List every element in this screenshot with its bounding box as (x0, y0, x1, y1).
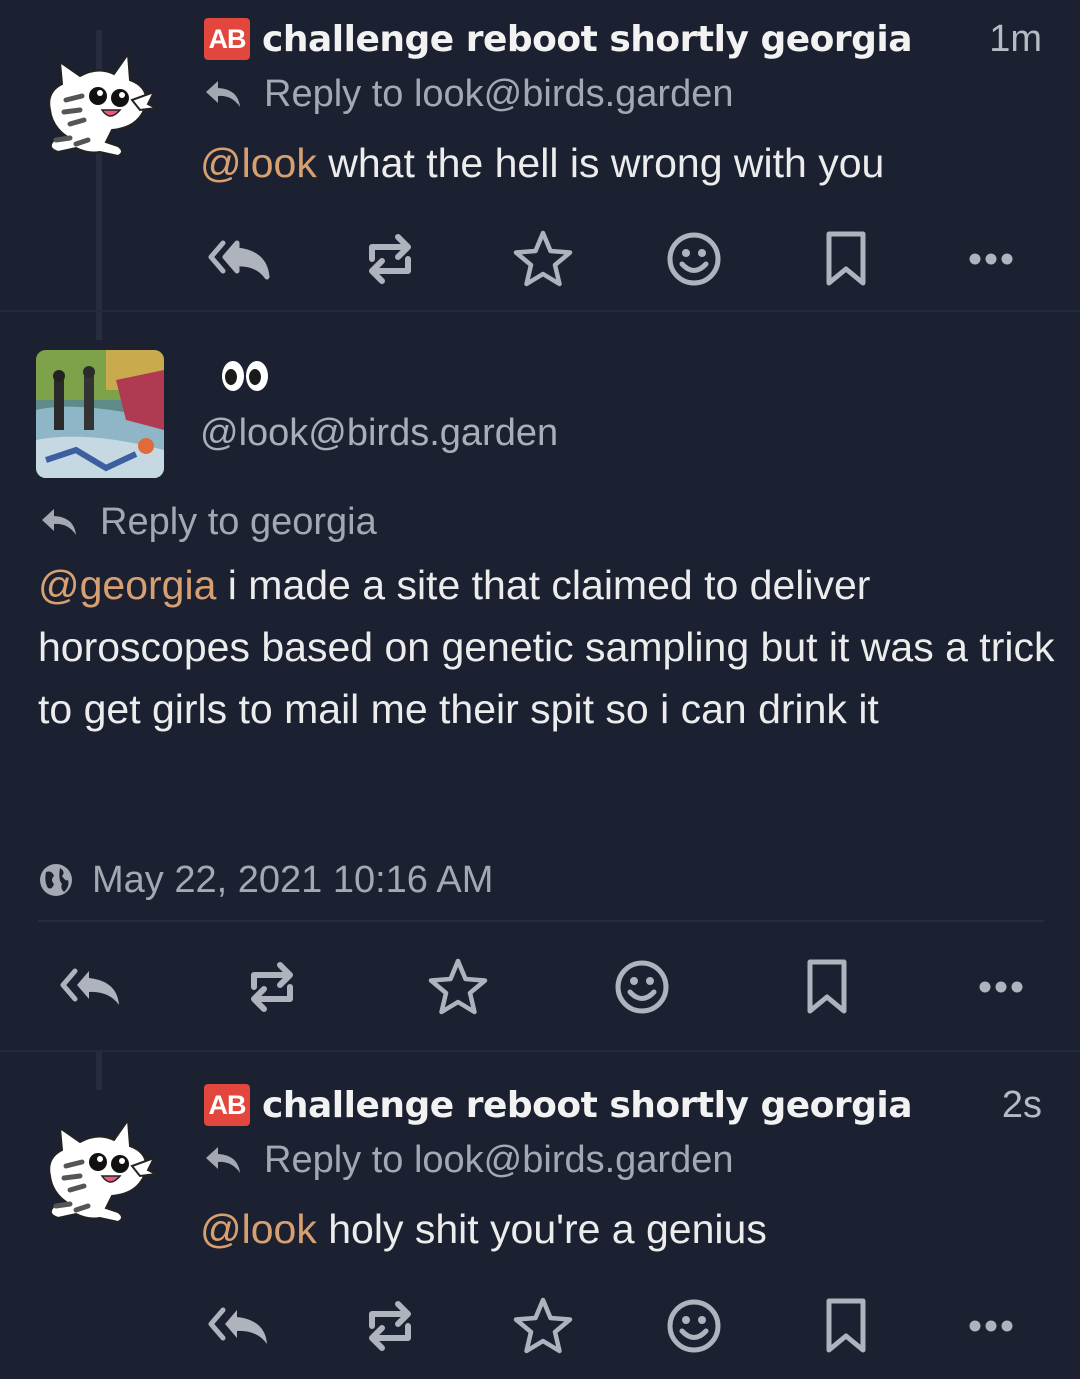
reply-all-icon (60, 968, 119, 1005)
more-button[interactable] (956, 224, 1026, 294)
emoji-reaction-button[interactable] (659, 1291, 729, 1361)
status-text: what the hell is wrong with you (316, 140, 885, 186)
author-row[interactable]: AB challenge reboot shortly georgia 2s (204, 1080, 1042, 1130)
status-post[interactable]: AB challenge reboot shortly georgia 1m R… (0, 0, 1080, 312)
mention-link[interactable]: @look (200, 1206, 317, 1252)
bookmark-button[interactable] (811, 1291, 881, 1361)
bookmark-icon (826, 1298, 866, 1353)
boost-button[interactable] (237, 952, 307, 1022)
bookmark-button[interactable] (792, 952, 862, 1022)
author-row[interactable]: AB challenge reboot shortly georgia 1m (204, 14, 1042, 64)
emoji-reaction-button[interactable] (659, 224, 729, 294)
reply-to-label: Reply to look@birds.garden (264, 1138, 734, 1181)
reply-to-line[interactable]: Reply to look@birds.garden (204, 1138, 734, 1182)
reply-all-button[interactable] (204, 1291, 274, 1361)
reply-all-icon (208, 240, 270, 280)
boost-icon (251, 962, 293, 1012)
bookmark-icon (826, 231, 866, 286)
boost-button[interactable] (355, 1291, 425, 1361)
more-button[interactable] (956, 1291, 1026, 1361)
globe-icon (40, 864, 72, 896)
star-icon (428, 958, 488, 1015)
mention-link[interactable]: @look (200, 140, 317, 186)
ab-emoji-badge: AB (204, 1084, 250, 1126)
cat-avatar-icon (48, 1117, 160, 1224)
relative-time[interactable]: 2s (1002, 1084, 1042, 1127)
reply-all-button[interactable] (56, 952, 126, 1022)
star-icon (513, 1297, 573, 1354)
emoji-icon (667, 232, 721, 286)
bookmark-button[interactable] (811, 224, 881, 294)
painting-avatar-icon (36, 350, 164, 478)
reply-to-line[interactable]: Reply to georgia (40, 500, 377, 544)
favourite-button[interactable] (423, 952, 493, 1022)
emoji-icon (667, 1299, 721, 1353)
relative-time[interactable]: 1m (989, 18, 1042, 61)
boost-icon (369, 1301, 411, 1351)
more-icon (979, 981, 1023, 993)
timestamp: May 22, 2021 10:16 AM (92, 858, 494, 901)
boost-icon (369, 234, 411, 284)
cat-avatar-icon (48, 51, 160, 158)
reply-to-label: Reply to look@birds.garden (264, 72, 734, 115)
emoji-reaction-button[interactable] (607, 952, 677, 1022)
avatar[interactable] (36, 40, 164, 168)
display-name-emoji[interactable] (220, 358, 270, 402)
more-icon (969, 253, 1013, 265)
favourite-button[interactable] (508, 224, 578, 294)
reply-arrow-icon (206, 81, 240, 107)
divider (38, 920, 1044, 922)
status-content: @georgia i made a site that claimed to d… (38, 554, 1058, 740)
reply-all-button[interactable] (204, 224, 274, 294)
reply-to-line[interactable]: Reply to look@birds.garden (204, 72, 734, 116)
status-post[interactable]: AB challenge reboot shortly georgia 2s R… (0, 1052, 1080, 1379)
star-icon (513, 230, 573, 287)
display-name[interactable]: challenge reboot shortly georgia (262, 1085, 1000, 1126)
avatar[interactable] (36, 1106, 164, 1234)
more-icon (969, 1320, 1013, 1332)
status-actions (0, 952, 1080, 1022)
reply-all-icon (208, 1307, 267, 1344)
reply-to-label: Reply to georgia (100, 500, 377, 543)
display-name[interactable]: challenge reboot shortly georgia (262, 19, 987, 60)
status-content: @look what the hell is wrong with you (200, 132, 1050, 194)
favourite-button[interactable] (508, 1291, 578, 1361)
emoji-icon (615, 960, 669, 1014)
avatar[interactable] (36, 350, 164, 478)
status-text: holy shit you're a genius (316, 1206, 767, 1252)
account-handle[interactable]: @look@birds.garden (200, 412, 558, 455)
reply-arrow-icon (42, 509, 76, 535)
mention-link[interactable]: @georgia (38, 562, 216, 608)
status-actions (0, 224, 1080, 294)
bookmark-icon (807, 959, 847, 1014)
ab-emoji-badge: AB (204, 18, 250, 60)
eyes-emoji-icon (222, 361, 268, 391)
timestamp-row[interactable]: May 22, 2021 10:16 AM (38, 855, 493, 905)
reply-arrow-icon (206, 1147, 240, 1173)
boost-button[interactable] (355, 224, 425, 294)
more-button[interactable] (966, 952, 1036, 1022)
status-actions (0, 1291, 1080, 1361)
status-content: @look holy shit you're a genius (200, 1198, 1050, 1260)
